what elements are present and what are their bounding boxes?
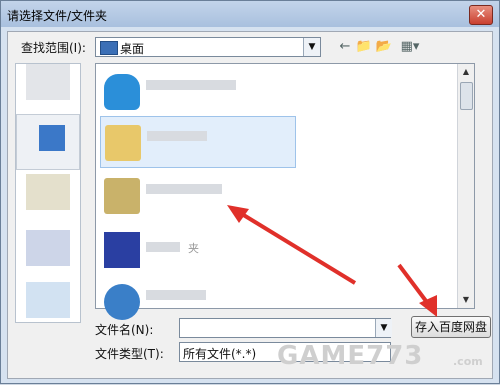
watermark-logo: GAME773	[277, 341, 424, 371]
file-dialog-window: 请选择文件/文件夹 ✕ 查找范围(I): 桌面 ▼ ← 📁 📂 ▦▾ 夹 ▲ ▼…	[0, 0, 500, 384]
annotation-arrows	[227, 205, 437, 317]
red-arrow-line	[397, 263, 431, 307]
watermark-sub: .com	[453, 355, 483, 368]
red-arrow-line	[235, 209, 357, 285]
